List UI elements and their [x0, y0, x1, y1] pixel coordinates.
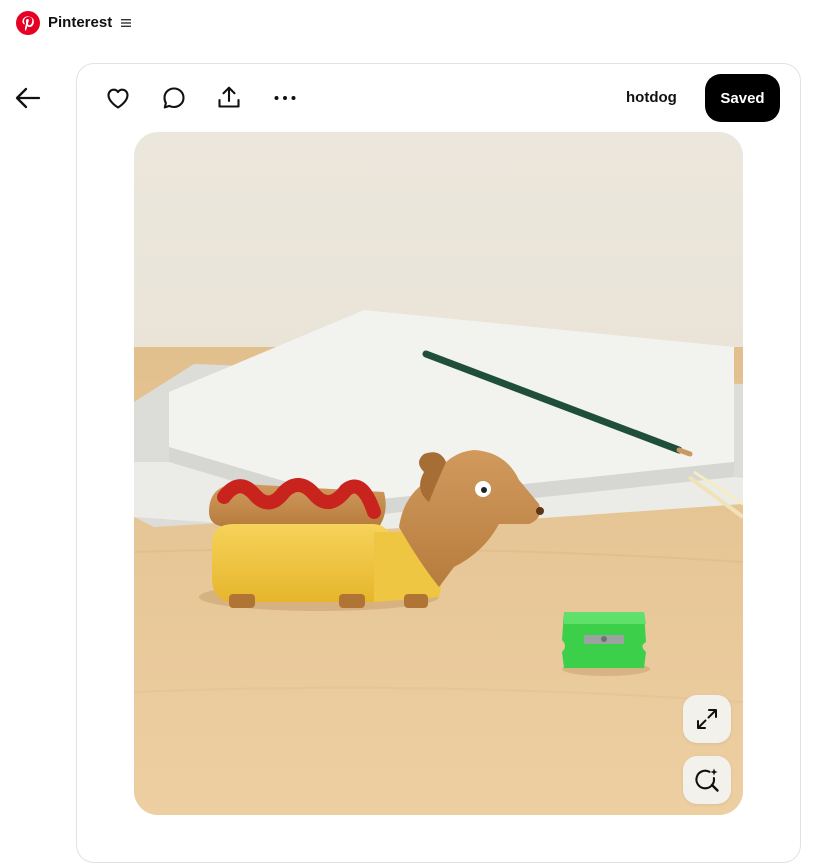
expand-icon [697, 709, 717, 729]
top-bar: Pinterest [0, 0, 813, 46]
heart-icon [107, 88, 129, 109]
visual-search-button[interactable] [683, 756, 731, 804]
pin-photo-illustration [134, 132, 743, 815]
comment-icon [163, 87, 185, 109]
arrow-left-icon[interactable] [14, 84, 42, 112]
share-button[interactable] [213, 82, 245, 114]
pin-image[interactable] [134, 132, 743, 815]
comment-button[interactable] [158, 82, 190, 114]
expand-button[interactable] [683, 695, 731, 743]
more-options-button[interactable] [269, 82, 301, 114]
saved-button[interactable]: Saved [705, 74, 780, 122]
menu-icon[interactable] [119, 16, 133, 30]
like-button[interactable] [102, 82, 134, 114]
visual-search-icon [695, 768, 719, 792]
more-icon [274, 96, 296, 100]
pinterest-logo[interactable] [16, 11, 40, 35]
board-selector[interactable]: hotdog [626, 89, 677, 106]
brand-name: Pinterest [48, 14, 113, 31]
share-icon [218, 86, 240, 108]
